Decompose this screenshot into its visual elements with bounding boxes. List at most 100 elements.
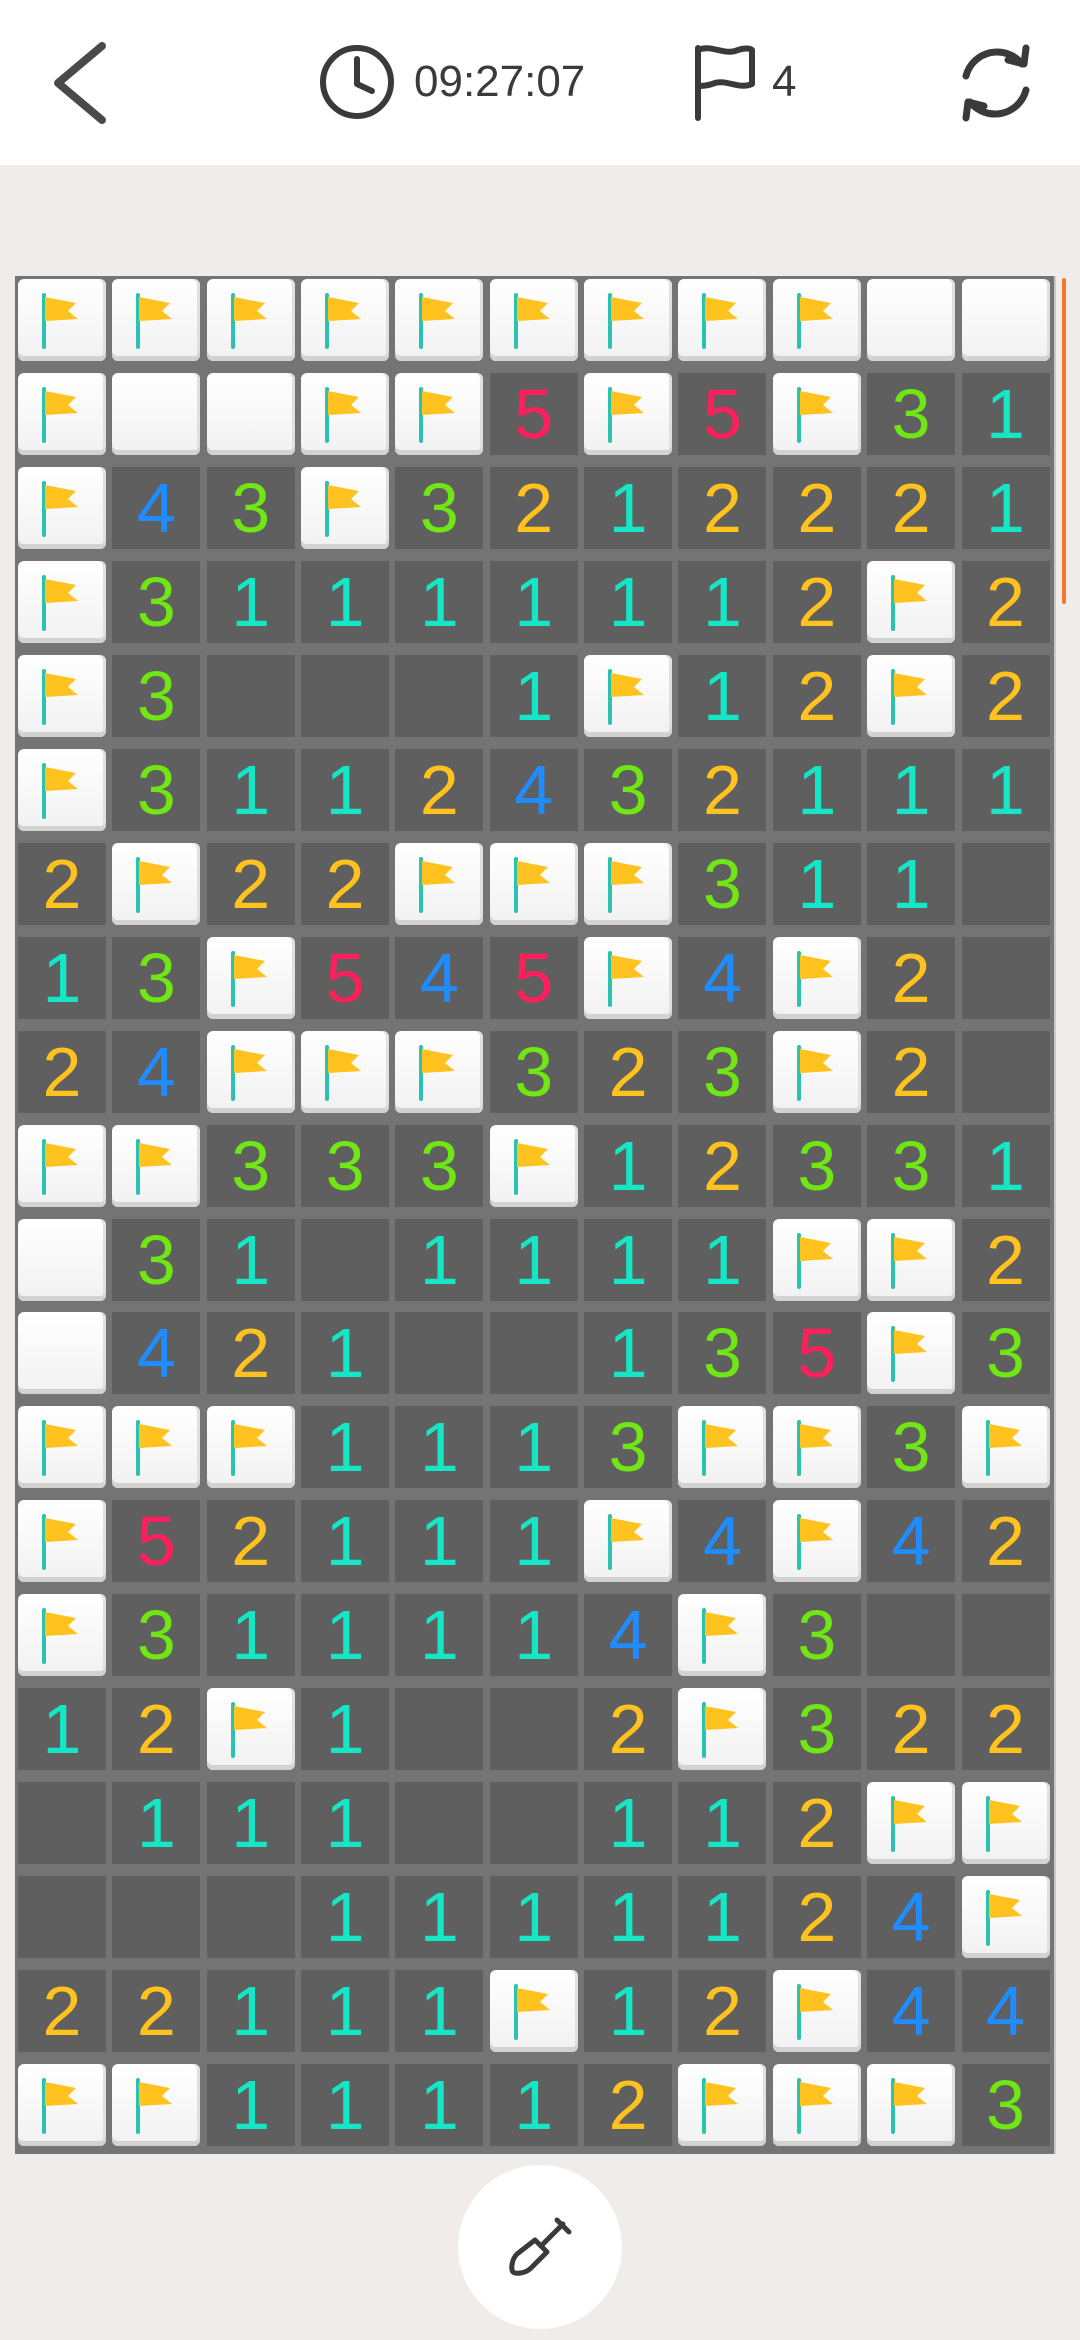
cell-flagged[interactable] (867, 1218, 956, 1301)
scrollbar[interactable] (1062, 278, 1066, 604)
cell-flagged[interactable] (489, 279, 578, 361)
cell-number[interactable]: 3 (584, 1406, 673, 1489)
cell-number[interactable]: 1 (489, 654, 578, 737)
cell-number[interactable]: 5 (112, 1500, 201, 1583)
cell-open-empty[interactable] (961, 1594, 1050, 1677)
cell-number[interactable]: 1 (584, 1970, 673, 2053)
cell-number[interactable]: 2 (961, 1500, 1050, 1583)
cell-number[interactable]: 3 (867, 372, 956, 455)
cell-flagged[interactable] (772, 1970, 861, 2053)
cell-number[interactable]: 1 (867, 748, 956, 831)
cell-number[interactable]: 4 (112, 1030, 201, 1113)
cell-number[interactable]: 2 (112, 1688, 201, 1771)
cell-number[interactable]: 3 (772, 1124, 861, 1207)
cell-number[interactable]: 2 (112, 1970, 201, 2053)
cell-flagged[interactable] (301, 466, 390, 549)
cell-number[interactable]: 5 (489, 372, 578, 455)
cell-covered[interactable] (961, 279, 1050, 361)
cell-number[interactable]: 5 (678, 372, 767, 455)
cell-number[interactable]: 1 (301, 1782, 390, 1865)
cell-number[interactable]: 3 (584, 748, 673, 831)
cell-open-empty[interactable] (961, 1030, 1050, 1113)
cell-number[interactable]: 3 (489, 1030, 578, 1113)
cell-number[interactable]: 1 (961, 1124, 1050, 1207)
cell-number[interactable]: 1 (301, 1500, 390, 1583)
cell-number[interactable]: 1 (395, 1594, 484, 1677)
cell-flagged[interactable] (18, 1406, 106, 1489)
cell-number[interactable]: 3 (112, 1218, 201, 1301)
cell-open-empty[interactable] (867, 1594, 956, 1677)
cell-number[interactable]: 1 (489, 560, 578, 643)
cell-number[interactable]: 1 (206, 748, 295, 831)
cell-open-empty[interactable] (112, 1876, 201, 1959)
cell-number[interactable]: 2 (678, 466, 767, 549)
cell-number[interactable]: 1 (584, 466, 673, 549)
cell-number[interactable]: 3 (206, 466, 295, 549)
cell-flagged[interactable] (301, 279, 390, 361)
cell-flagged[interactable] (18, 2064, 106, 2147)
cell-flagged[interactable] (772, 279, 861, 361)
cell-flagged[interactable] (18, 560, 106, 643)
cell-number[interactable]: 1 (206, 1782, 295, 1865)
cell-number[interactable]: 2 (961, 560, 1050, 643)
cell-flagged[interactable] (112, 842, 201, 925)
cell-flagged[interactable] (489, 1124, 578, 1207)
cell-number[interactable]: 1 (961, 466, 1050, 549)
cell-flagged[interactable] (18, 1500, 106, 1583)
cell-open-empty[interactable] (206, 654, 295, 737)
cell-number[interactable]: 2 (772, 560, 861, 643)
cell-number[interactable]: 3 (112, 936, 201, 1019)
cell-number[interactable]: 3 (678, 1030, 767, 1113)
cell-number[interactable]: 2 (18, 1970, 106, 2053)
cell-flagged[interactable] (961, 1406, 1050, 1489)
cell-number[interactable]: 3 (112, 1594, 201, 1677)
cell-flagged[interactable] (112, 279, 201, 361)
cell-number[interactable]: 2 (678, 1970, 767, 2053)
cell-flagged[interactable] (678, 1406, 767, 1489)
cell-flagged[interactable] (112, 2064, 201, 2147)
cell-number[interactable]: 1 (206, 1218, 295, 1301)
cell-number[interactable]: 2 (584, 1030, 673, 1113)
cell-open-empty[interactable] (489, 1312, 578, 1395)
cell-flagged[interactable] (867, 2064, 956, 2147)
cell-number[interactable]: 3 (961, 1312, 1050, 1395)
cell-flagged[interactable] (867, 1312, 956, 1395)
cell-flagged[interactable] (206, 279, 295, 361)
cell-flagged[interactable] (772, 372, 861, 455)
cell-number[interactable]: 1 (584, 560, 673, 643)
cell-number[interactable]: 1 (18, 1688, 106, 1771)
cell-flagged[interactable] (489, 1970, 578, 2053)
cell-number[interactable]: 2 (678, 748, 767, 831)
cell-number[interactable]: 1 (206, 560, 295, 643)
cell-flagged[interactable] (395, 279, 484, 361)
cell-open-empty[interactable] (395, 654, 484, 737)
cell-number[interactable]: 2 (584, 1688, 673, 1771)
cell-flagged[interactable] (584, 279, 673, 361)
cell-flagged[interactable] (867, 654, 956, 737)
cell-flagged[interactable] (772, 936, 861, 1019)
cell-number[interactable]: 1 (867, 842, 956, 925)
cell-number[interactable]: 1 (395, 1218, 484, 1301)
cell-flagged[interactable] (112, 1406, 201, 1489)
cell-number[interactable]: 3 (772, 1594, 861, 1677)
cell-flagged[interactable] (584, 842, 673, 925)
cell-flagged[interactable] (112, 1124, 201, 1207)
cell-number[interactable]: 1 (584, 1876, 673, 1959)
cell-number[interactable]: 2 (961, 1218, 1050, 1301)
cell-flagged[interactable] (18, 1594, 106, 1677)
cell-number[interactable]: 2 (395, 748, 484, 831)
cell-number[interactable]: 2 (301, 842, 390, 925)
cell-number[interactable]: 2 (961, 1688, 1050, 1771)
cell-covered[interactable] (18, 1218, 106, 1301)
cell-number[interactable]: 1 (961, 372, 1050, 455)
cell-number[interactable]: 2 (678, 1124, 767, 1207)
cell-number[interactable]: 4 (489, 748, 578, 831)
cell-number[interactable]: 2 (961, 654, 1050, 737)
cell-number[interactable]: 5 (772, 1312, 861, 1395)
cell-number[interactable]: 4 (867, 1876, 956, 1959)
cell-number[interactable]: 1 (112, 1782, 201, 1865)
cell-number[interactable]: 2 (772, 654, 861, 737)
cell-number[interactable]: 1 (301, 1688, 390, 1771)
cell-flagged[interactable] (18, 1124, 106, 1207)
dig-mode-button[interactable] (458, 2165, 622, 2329)
